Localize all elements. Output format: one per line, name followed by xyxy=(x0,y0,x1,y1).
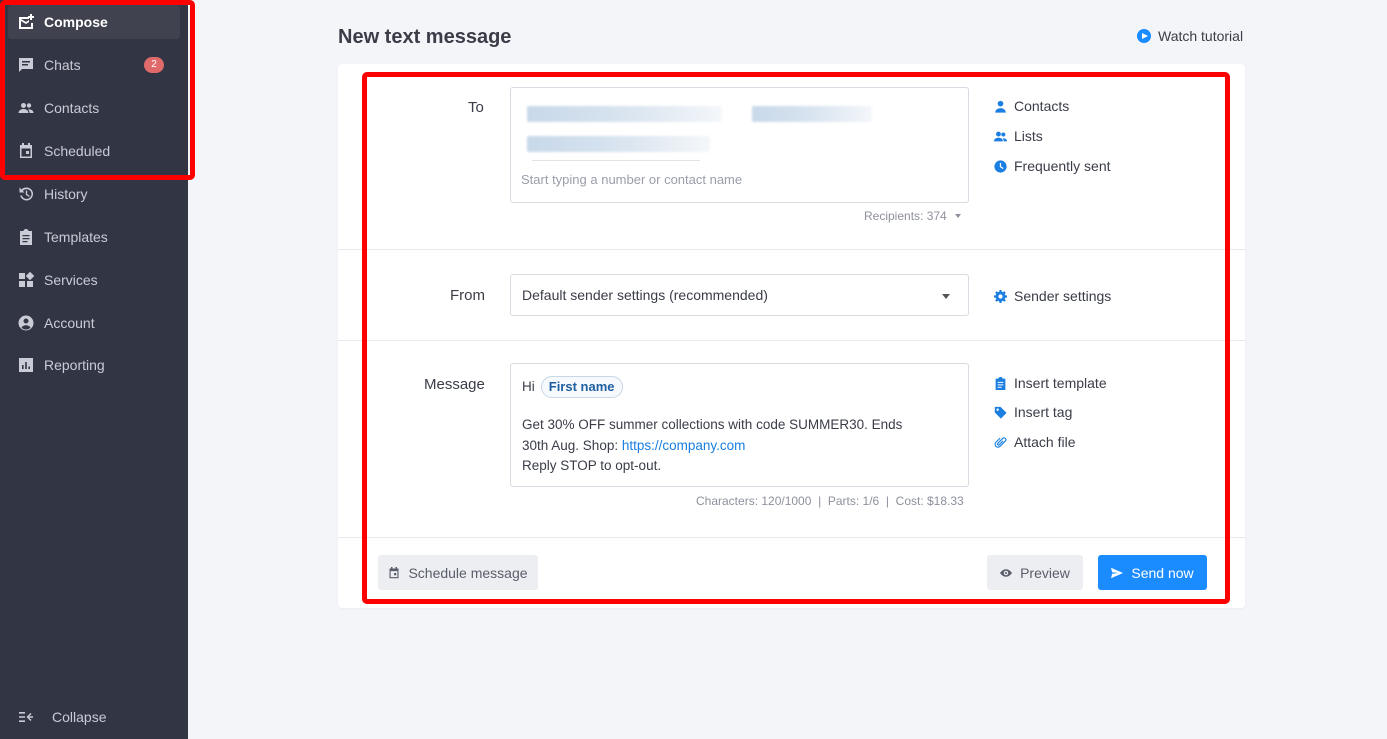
message-greeting: Hi xyxy=(522,378,535,394)
gear-icon xyxy=(994,289,1007,303)
to-label: To xyxy=(468,99,484,116)
recipient-search-input[interactable] xyxy=(521,170,921,188)
preview-button[interactable]: Preview xyxy=(987,555,1083,590)
section-divider xyxy=(338,340,1245,341)
collapse-icon xyxy=(19,712,33,722)
insert-template-label: Insert template xyxy=(1014,375,1107,391)
sidebar-item-templates[interactable]: Templates xyxy=(8,220,180,254)
sidebar-item-label: History xyxy=(44,186,88,202)
contacts-link[interactable]: Contacts xyxy=(994,98,1069,114)
attach-file-link[interactable]: Attach file xyxy=(994,434,1075,450)
person-icon xyxy=(995,100,1006,113)
calendar-icon xyxy=(389,566,399,578)
message-body-line: Reply STOP to opt-out. xyxy=(522,458,662,473)
recipient-underline xyxy=(532,160,700,161)
recipients-count-toggle[interactable]: Recipients: 374 xyxy=(864,209,961,223)
play-icon xyxy=(1137,29,1151,43)
send-icon xyxy=(1111,567,1124,578)
sidebar-item-contacts[interactable]: Contacts xyxy=(8,91,180,125)
people-icon xyxy=(994,131,1007,141)
lists-link-label: Lists xyxy=(1014,128,1043,144)
sender-settings-label: Sender settings xyxy=(1014,288,1112,304)
recipient-chip-blurred[interactable] xyxy=(527,106,722,122)
schedule-message-button[interactable]: Schedule message xyxy=(378,555,538,590)
sidebar-item-label: Chats xyxy=(44,57,81,73)
collapse-label: Collapse xyxy=(52,709,107,725)
sidebar: Compose Chats 2 Contacts Scheduled Histo… xyxy=(0,0,188,739)
contacts-link-label: Contacts xyxy=(1014,98,1070,114)
message-body-line: 30th Aug. Shop: xyxy=(522,437,622,453)
insert-template-link[interactable]: Insert template xyxy=(994,375,1107,391)
sidebar-item-scheduled[interactable]: Scheduled xyxy=(8,134,180,168)
sidebar-item-account[interactable]: Account xyxy=(8,306,180,340)
sidebar-item-label: Templates xyxy=(44,229,108,245)
section-divider xyxy=(338,249,1245,250)
sidebar-item-label: Account xyxy=(44,315,95,331)
sidebar-item-compose[interactable]: Compose xyxy=(8,5,180,39)
paperclip-icon xyxy=(994,436,1007,448)
from-label: From xyxy=(450,287,485,304)
send-now-button[interactable]: Send now xyxy=(1098,555,1207,590)
collapse-button[interactable]: Collapse xyxy=(18,709,106,725)
lists-link[interactable]: Lists xyxy=(994,128,1043,144)
account-icon xyxy=(18,315,34,331)
clock-icon xyxy=(994,159,1007,173)
message-textarea[interactable]: Hi First name Get 30% OFF summer collect… xyxy=(510,363,969,487)
compose-icon xyxy=(18,14,34,30)
sidebar-item-services[interactable]: Services xyxy=(8,263,180,297)
sidebar-item-reporting[interactable]: Reporting xyxy=(8,348,180,382)
sidebar-item-history[interactable]: History xyxy=(8,177,180,211)
recipients-count: Recipients: 374 xyxy=(864,209,947,223)
watch-tutorial-label: Watch tutorial xyxy=(1158,28,1244,44)
message-stats: Characters: 120/1000 | Parts: 1/6 | Cost… xyxy=(696,494,964,508)
sidebar-item-label: Compose xyxy=(44,14,108,30)
watch-tutorial-link[interactable]: Watch tutorial xyxy=(1137,28,1243,44)
message-link[interactable]: https://company.com xyxy=(622,438,746,453)
unread-badge: 2 xyxy=(144,57,164,73)
clipboard-icon xyxy=(18,229,34,245)
chart-icon xyxy=(18,357,34,373)
sender-settings-link[interactable]: Sender settings xyxy=(994,288,1111,304)
contacts-icon xyxy=(18,100,34,116)
calendar-icon xyxy=(18,143,34,159)
attach-file-label: Attach file xyxy=(1014,434,1076,450)
grid-icon xyxy=(18,272,34,288)
message-label: Message xyxy=(424,376,485,393)
sidebar-item-label: Contacts xyxy=(44,100,100,116)
clipboard-icon xyxy=(995,376,1006,390)
recipient-chip-blurred[interactable] xyxy=(527,136,710,152)
chevron-down-icon xyxy=(942,294,950,299)
insert-tag-label: Insert tag xyxy=(1014,404,1073,420)
message-body-line: Get 30% OFF summer collections with code… xyxy=(522,417,903,432)
tag-icon xyxy=(994,406,1007,419)
chat-icon xyxy=(18,57,34,73)
preview-label: Preview xyxy=(1020,564,1070,581)
schedule-message-label: Schedule message xyxy=(408,564,528,581)
frequently-sent-link-label: Frequently sent xyxy=(1014,158,1111,174)
sidebar-item-label: Services xyxy=(44,272,98,288)
history-icon xyxy=(18,186,34,202)
sidebar-item-chats[interactable]: Chats 2 xyxy=(8,48,180,82)
eye-icon xyxy=(1000,568,1013,577)
insert-tag-link[interactable]: Insert tag xyxy=(994,404,1072,420)
section-divider xyxy=(338,537,1245,538)
first-name-tag[interactable]: First name xyxy=(540,376,623,398)
sidebar-item-label: Reporting xyxy=(44,357,105,373)
page-title: New text message xyxy=(338,26,512,48)
send-now-label: Send now xyxy=(1131,564,1194,581)
sender-select[interactable]: Default sender settings (recommended) xyxy=(510,274,969,316)
recipient-chip-blurred[interactable] xyxy=(752,106,872,122)
frequently-sent-link[interactable]: Frequently sent xyxy=(994,158,1111,174)
caret-down-icon xyxy=(954,214,961,218)
sender-select-value: Default sender settings (recommended) xyxy=(522,287,768,303)
sidebar-item-label: Scheduled xyxy=(44,143,111,159)
